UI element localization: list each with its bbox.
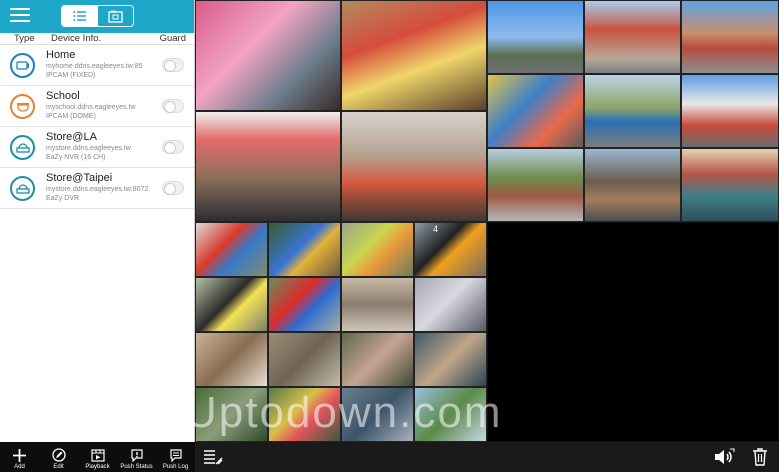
list-view-icon[interactable]: [62, 6, 98, 26]
camera-feed-tile[interactable]: [195, 222, 268, 277]
camera-feed-tile[interactable]: [584, 148, 681, 222]
ipcam-dome-icon: [10, 94, 35, 119]
device-list: Home myhome.ddns.eagleeyes.tw:85 IPCAM (…: [0, 45, 194, 209]
guard-toggle[interactable]: [162, 99, 184, 113]
camera-feed-tile[interactable]: [341, 277, 414, 332]
device-item-home[interactable]: Home myhome.ddns.eagleeyes.tw:85 IPCAM (…: [0, 45, 194, 86]
hamburger-menu-icon[interactable]: [10, 8, 30, 24]
layout-switch-icon[interactable]: [203, 449, 223, 471]
camera-feed-tile[interactable]: [584, 0, 681, 74]
device-host: mystore.ddns.eagleeyes.tw:8072: [46, 186, 149, 193]
app-window: Type Device Info. Guard Home myhome.ddns…: [0, 0, 779, 472]
top-bar: [0, 0, 194, 33]
camera-feed-tile[interactable]: [414, 332, 487, 387]
edit-button[interactable]: Edit: [39, 442, 78, 472]
push-status-button[interactable]: Push Status: [117, 442, 156, 472]
camera-feed-tile[interactable]: [487, 0, 584, 74]
log-bubble-icon: [169, 449, 182, 462]
pencil-icon: [51, 448, 66, 462]
camera-feed-tile[interactable]: [195, 387, 268, 442]
camera-album-icon[interactable]: [97, 6, 133, 26]
camera-feed-tile[interactable]: [487, 148, 584, 222]
camera-feed-tile[interactable]: [268, 387, 341, 442]
device-host: myhome.ddns.eagleeyes.tw:85: [46, 63, 143, 70]
camera-feed-tile[interactable]: [414, 277, 487, 332]
add-button[interactable]: Add: [0, 442, 39, 472]
guard-toggle[interactable]: [162, 181, 184, 195]
device-name: Home: [46, 49, 76, 61]
camera-feed-tile[interactable]: [195, 111, 341, 222]
camera-feed-tile[interactable]: [341, 111, 487, 222]
empty-channel-slot[interactable]: [487, 222, 779, 442]
device-host: myschool.ddns.eagleeyes.tw: [46, 104, 136, 111]
col-device-info: Device Info.: [51, 33, 102, 44]
speaker-icon[interactable]: [713, 448, 735, 471]
playback-icon: [90, 449, 105, 462]
column-header: Type Device Info. Guard: [0, 33, 194, 45]
camera-feed-tile[interactable]: [414, 222, 487, 277]
device-name: Store@Taipei: [46, 172, 113, 184]
ipcam-fixed-icon: [10, 53, 35, 78]
device-item-school[interactable]: School myschool.ddns.eagleeyes.tw IPCAM …: [0, 86, 194, 127]
alert-bubble-icon: [130, 449, 143, 462]
device-list-panel: Type Device Info. Guard Home myhome.ddns…: [0, 0, 195, 472]
push-status-label: Push Status: [120, 464, 153, 470]
video-wall: [195, 0, 779, 442]
camera-feed-tile[interactable]: [584, 74, 681, 148]
channel-label: 4: [433, 224, 439, 234]
camera-feed-tile[interactable]: [681, 0, 779, 74]
col-type: Type: [14, 33, 35, 44]
video-toolbar: [195, 442, 779, 472]
guard-toggle[interactable]: [162, 58, 184, 72]
nvr-icon: [10, 135, 35, 160]
dvr-icon: [10, 176, 35, 201]
view-toggle: [61, 5, 134, 27]
camera-feed-tile[interactable]: [341, 0, 487, 111]
playback-label: Playback: [85, 464, 110, 470]
camera-feed-tile[interactable]: [414, 387, 487, 442]
camera-feed-tile[interactable]: [195, 277, 268, 332]
col-guard: Guard: [159, 33, 186, 44]
bottom-toolbar: Add Edit Playback Push Status Push Log: [0, 442, 195, 472]
camera-feed-tile[interactable]: [681, 148, 779, 222]
push-log-button[interactable]: Push Log: [156, 442, 195, 472]
camera-feed-tile[interactable]: [341, 387, 414, 442]
device-name: School: [46, 90, 80, 102]
camera-feed-tile[interactable]: [341, 332, 414, 387]
device-model: IPCAM (DOME): [46, 113, 96, 120]
edit-label: Edit: [53, 464, 64, 470]
camera-feed-tile[interactable]: [487, 74, 584, 148]
camera-feed-tile[interactable]: [268, 222, 341, 277]
camera-feed-tile[interactable]: [681, 74, 779, 148]
device-host: mystore.ddns.eagleeyes.tw: [46, 145, 131, 152]
push-log-label: Push Log: [162, 464, 189, 470]
add-label: Add: [14, 464, 25, 470]
guard-toggle[interactable]: [162, 140, 184, 154]
device-name: Store@LA: [46, 131, 97, 143]
device-model: IPCAM (FIXED): [46, 72, 96, 79]
device-item-store-taipei[interactable]: Store@Taipei mystore.ddns.eagleeyes.tw:8…: [0, 168, 194, 209]
camera-feed-tile[interactable]: [195, 332, 268, 387]
trash-icon[interactable]: [752, 447, 768, 471]
camera-feed-tile[interactable]: [268, 277, 341, 332]
plus-icon: [13, 449, 26, 462]
device-item-store-la[interactable]: Store@LA mystore.ddns.eagleeyes.tw EaZy …: [0, 127, 194, 168]
camera-feed-tile[interactable]: [195, 0, 341, 111]
device-model: EaZy DVR: [46, 195, 80, 202]
camera-feed-tile[interactable]: [341, 222, 414, 277]
camera-feed-tile[interactable]: [268, 332, 341, 387]
playback-button[interactable]: Playback: [78, 442, 117, 472]
device-model: EaZy NVR (16 CH): [46, 154, 106, 161]
